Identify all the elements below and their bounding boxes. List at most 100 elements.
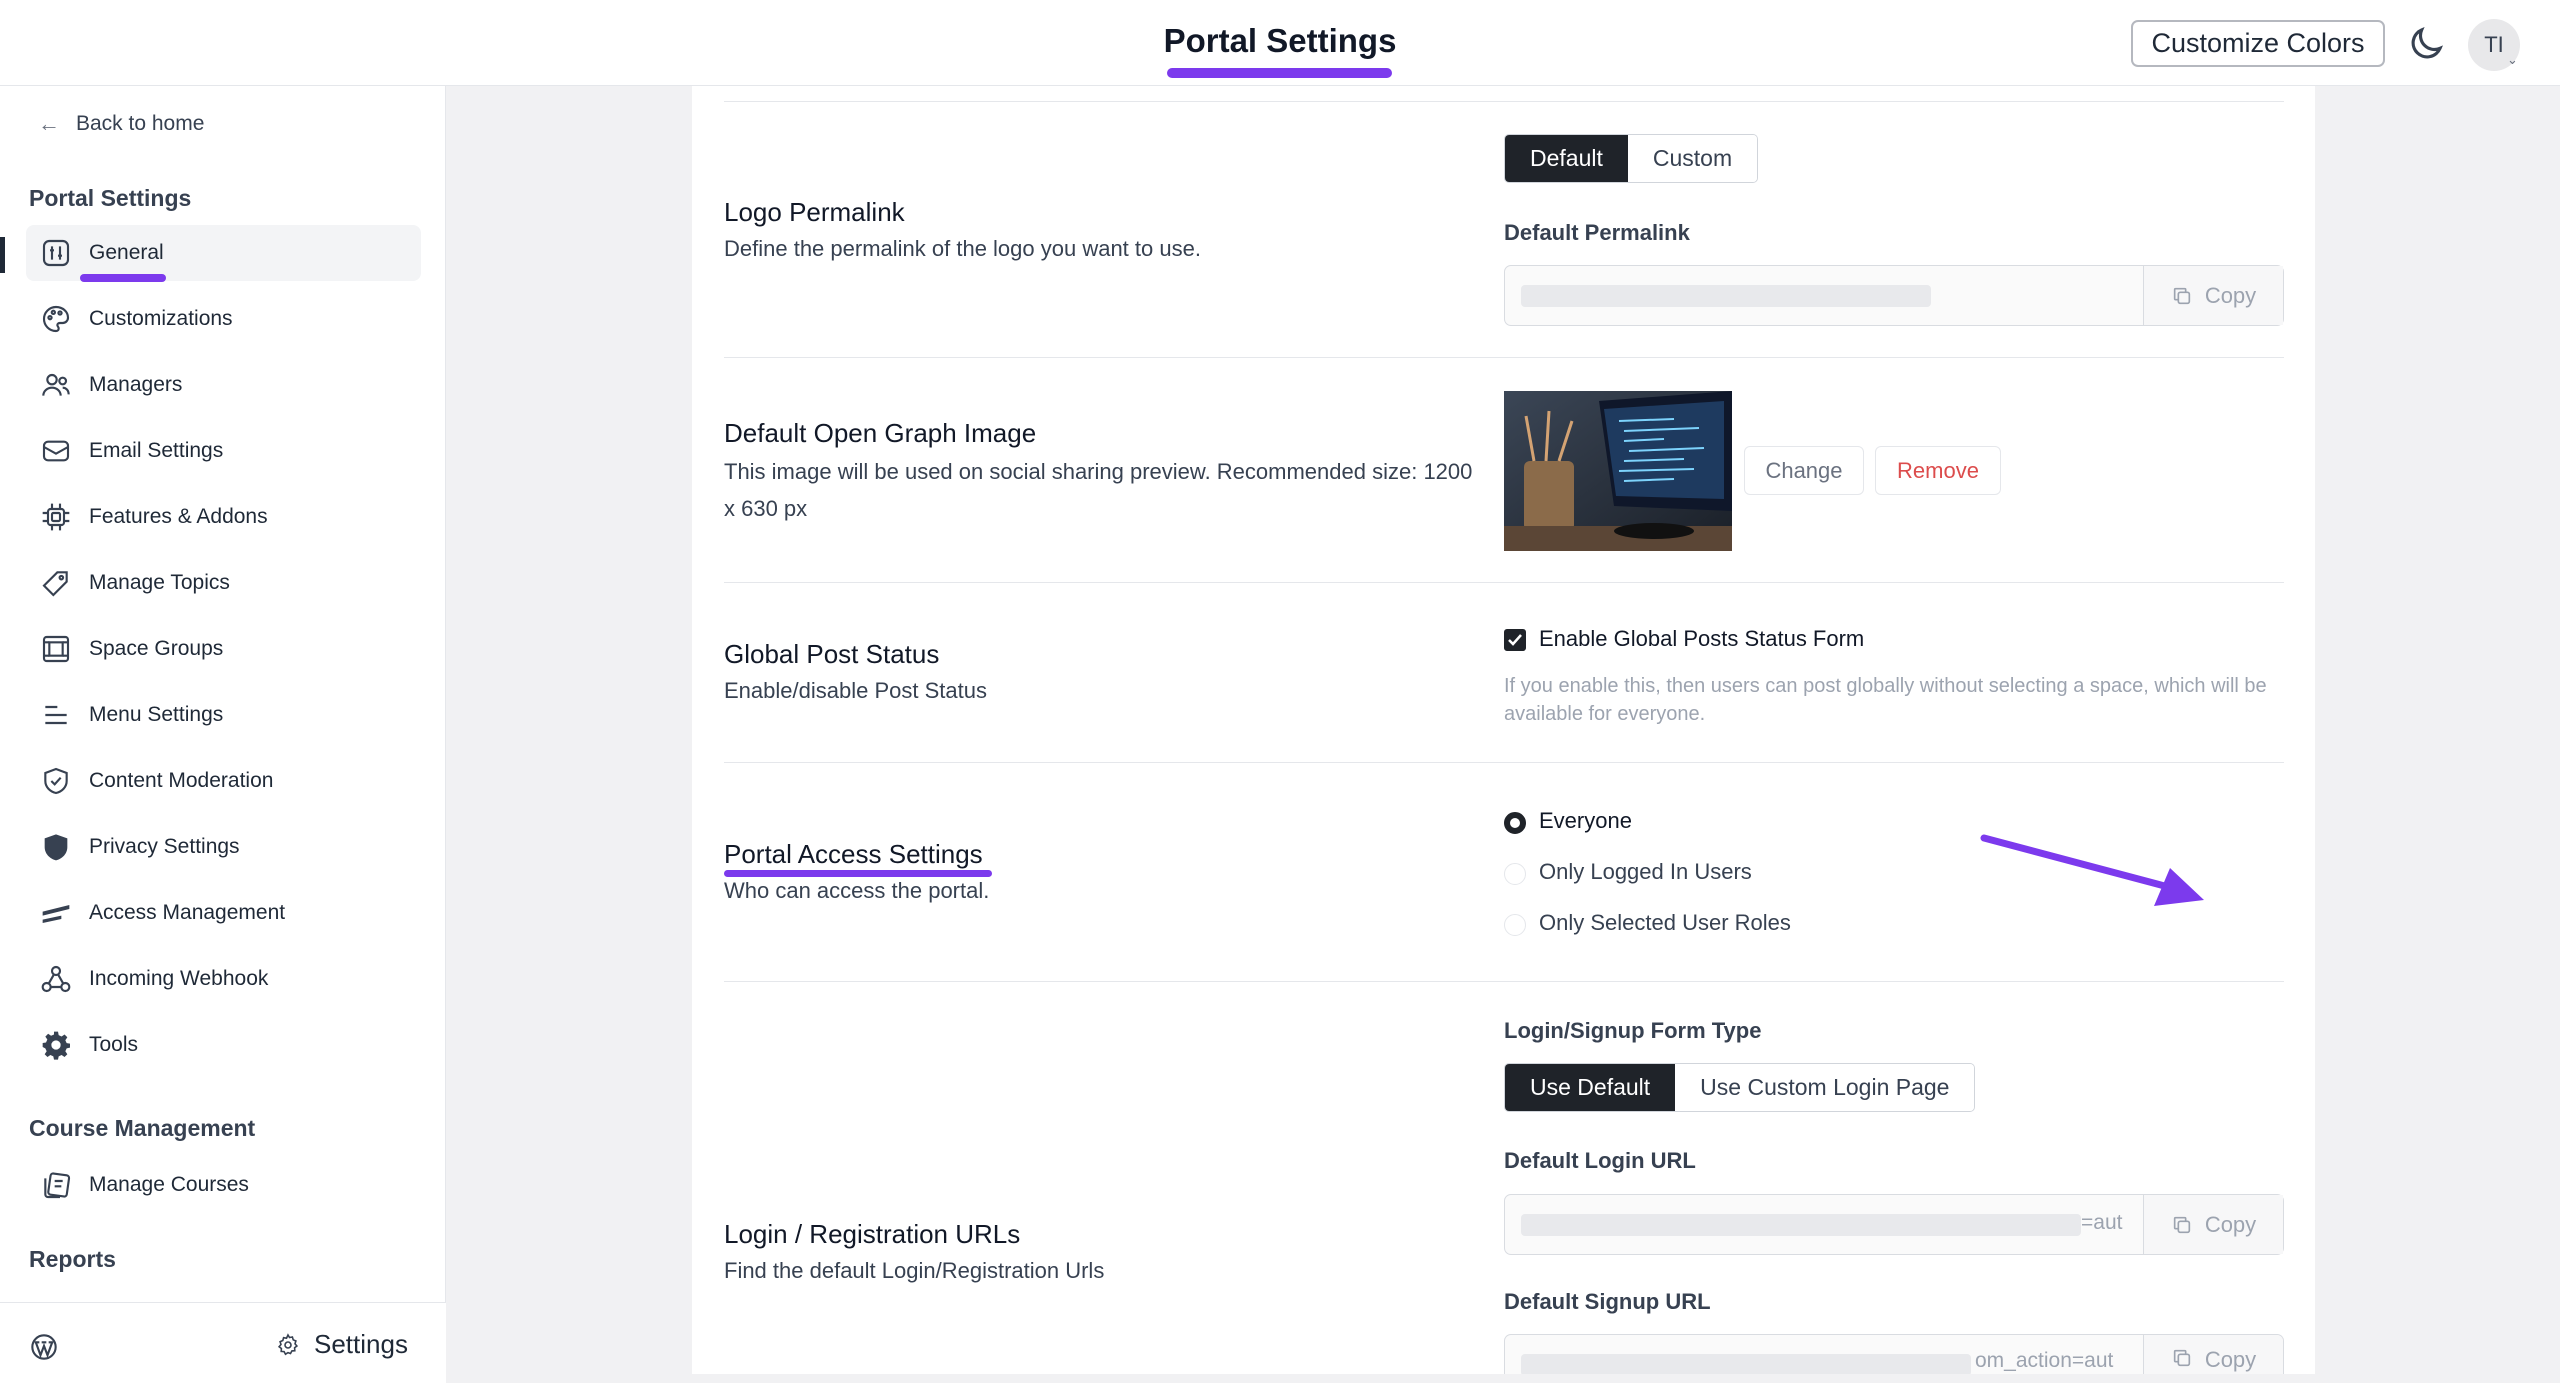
sidebar-item-email-settings[interactable]: Email Settings bbox=[26, 423, 421, 479]
sidebar-item-label: Incoming Webhook bbox=[89, 967, 269, 990]
wordpress-icon[interactable] bbox=[30, 1333, 58, 1361]
radio-everyone-label: Everyone bbox=[1539, 808, 1632, 833]
gear-icon bbox=[42, 1031, 70, 1060]
sidebar-item-content-moderation[interactable]: Content Moderation bbox=[26, 753, 421, 809]
sidebar-item-label: Manage Courses bbox=[89, 1173, 249, 1196]
sidebar-item-label: Features & Addons bbox=[89, 505, 268, 528]
change-image-button[interactable]: Change bbox=[1744, 446, 1864, 495]
divider bbox=[724, 357, 2284, 358]
blurred-url bbox=[1521, 1214, 2081, 1236]
portal-access-title: Portal Access Settings bbox=[724, 839, 983, 869]
sidebar-item-customizations[interactable]: Customizations bbox=[26, 291, 421, 347]
portal-settings-section-title: Portal Settings bbox=[29, 185, 192, 211]
copy-icon bbox=[2173, 1216, 2190, 1233]
signup-url-tail: om_action=aut bbox=[1975, 1349, 2114, 1372]
title-underline-annotation bbox=[1167, 68, 1392, 78]
palette-icon bbox=[42, 305, 70, 333]
blurred-url bbox=[1521, 1354, 1971, 1374]
radio-selected-roles[interactable] bbox=[1504, 914, 1526, 936]
active-indicator bbox=[0, 237, 5, 273]
sidebar-item-label: Menu Settings bbox=[89, 703, 224, 726]
global-posts-checkbox[interactable] bbox=[1504, 629, 1526, 651]
sidebar-item-label: General bbox=[89, 241, 164, 264]
sidebar-item-access-management[interactable]: Access Management bbox=[26, 885, 421, 941]
og-image-title: Default Open Graph Image bbox=[724, 418, 1037, 448]
default-login-url-field[interactable]: =aut Copy bbox=[1504, 1194, 2284, 1255]
og-image-desc: This image will be used on social sharin… bbox=[724, 459, 1473, 521]
divider bbox=[724, 762, 2284, 763]
use-custom-login-option[interactable]: Use Custom Login Page bbox=[1675, 1064, 1975, 1111]
login-urls-title: Login / Registration URLs bbox=[724, 1219, 1021, 1249]
mail-icon bbox=[42, 440, 70, 462]
use-default-option[interactable]: Use Default bbox=[1505, 1064, 1676, 1111]
default-permalink-label: Default Permalink bbox=[1504, 220, 1690, 245]
permalink-type-toggle: Default Custom bbox=[1504, 134, 1759, 183]
footer-settings-label: Settings bbox=[314, 1329, 408, 1359]
portal-access-desc: Who can access the portal. bbox=[724, 878, 990, 903]
key-icon bbox=[42, 905, 70, 923]
default-permalink-field[interactable]: Copy bbox=[1504, 265, 2284, 326]
courses-icon bbox=[44, 1172, 71, 1199]
moon-icon[interactable] bbox=[2405, 23, 2447, 65]
copy-label: Copy bbox=[2204, 1211, 2257, 1237]
shield-check-icon bbox=[44, 767, 68, 795]
og-image-preview bbox=[1504, 391, 1732, 551]
radio-logged-in-label: Only Logged In Users bbox=[1539, 859, 1752, 884]
divider bbox=[724, 582, 2284, 583]
users-icon bbox=[42, 373, 70, 396]
form-type-label: Login/Signup Form Type bbox=[1504, 1018, 1762, 1043]
check-icon bbox=[1508, 634, 1522, 646]
sidebar-item-label: Customizations bbox=[89, 307, 233, 330]
sidebar-item-managers[interactable]: Managers bbox=[26, 357, 421, 413]
settings-panel: Logo Permalink Define the permalink of t… bbox=[692, 86, 2315, 1374]
sidebar-item-manage-topics[interactable]: Manage Topics bbox=[26, 555, 421, 611]
global-post-desc: Enable/disable Post Status bbox=[724, 678, 987, 703]
sidebar-item-incoming-webhook[interactable]: Incoming Webhook bbox=[26, 951, 421, 1007]
copy-login-url-button[interactable]: Copy bbox=[2143, 1195, 2283, 1254]
blurred-url bbox=[1521, 285, 1931, 307]
sidebar-item-label: Tools bbox=[89, 1033, 139, 1056]
default-signup-url-label: Default Signup URL bbox=[1504, 1289, 1711, 1314]
sidebar-footer: Settings bbox=[0, 1302, 446, 1383]
copy-label: Copy bbox=[2204, 282, 2257, 308]
reports-section-title: Reports bbox=[29, 1246, 116, 1272]
sidebar-item-label: Managers bbox=[89, 373, 183, 396]
copy-label: Copy bbox=[2204, 1347, 2257, 1372]
permalink-custom-option[interactable]: Custom bbox=[1627, 135, 1758, 182]
sidebar-item-menu-settings[interactable]: Menu Settings bbox=[26, 687, 421, 743]
global-post-title: Global Post Status bbox=[724, 639, 940, 669]
copy-signup-url-button[interactable]: Copy bbox=[2143, 1335, 2283, 1374]
copy-icon bbox=[2173, 1349, 2190, 1367]
remove-image-button[interactable]: Remove bbox=[1875, 446, 2001, 495]
grid-icon bbox=[42, 635, 70, 663]
permalink-default-option[interactable]: Default bbox=[1505, 135, 1628, 182]
sidebar: ← Back to home Portal Settings General C… bbox=[0, 86, 446, 1383]
global-posts-checkbox-label: Enable Global Posts Status Form bbox=[1539, 626, 1865, 651]
copy-permalink-button[interactable]: Copy bbox=[2143, 266, 2283, 325]
arrow-left-icon: ← bbox=[38, 111, 60, 136]
back-to-home-link[interactable]: ← Back to home bbox=[38, 111, 204, 137]
global-posts-help: If you enable this, then users can post … bbox=[1504, 675, 2267, 725]
sidebar-item-tools[interactable]: Tools bbox=[26, 1017, 421, 1073]
sidebar-item-space-groups[interactable]: Space Groups bbox=[26, 621, 421, 677]
customize-colors-button[interactable]: Customize Colors bbox=[2131, 20, 2385, 67]
sidebar-item-label: Space Groups bbox=[89, 637, 224, 660]
sidebar-item-privacy-settings[interactable]: Privacy Settings bbox=[26, 819, 421, 875]
sidebar-item-general[interactable]: General bbox=[26, 225, 421, 281]
course-management-section-title: Course Management bbox=[29, 1115, 256, 1141]
login-url-tail: =aut bbox=[2081, 1211, 2123, 1234]
radio-everyone[interactable] bbox=[1504, 812, 1526, 834]
default-login-url-label: Default Login URL bbox=[1504, 1148, 1696, 1173]
sidebar-item-manage-courses[interactable]: Manage Courses bbox=[26, 1157, 421, 1213]
default-signup-url-field[interactable]: om_action=aut Copy bbox=[1504, 1334, 2284, 1374]
footer-settings-button[interactable]: Settings bbox=[276, 1329, 408, 1360]
top-header: Portal Settings Customize Colors TI ⌄ bbox=[0, 0, 2560, 86]
form-type-toggle: Use Default Use Custom Login Page bbox=[1504, 1063, 1976, 1112]
login-urls-desc: Find the default Login/Registration Urls bbox=[724, 1258, 1105, 1283]
sidebar-item-features-addons[interactable]: Features & Addons bbox=[26, 489, 421, 545]
sidebar-item-label: Email Settings bbox=[89, 439, 224, 462]
shield-icon bbox=[44, 834, 68, 861]
chevron-down-icon[interactable]: ⌄ bbox=[2507, 52, 2518, 68]
divider bbox=[724, 101, 2284, 102]
radio-logged-in-users[interactable] bbox=[1504, 863, 1526, 885]
